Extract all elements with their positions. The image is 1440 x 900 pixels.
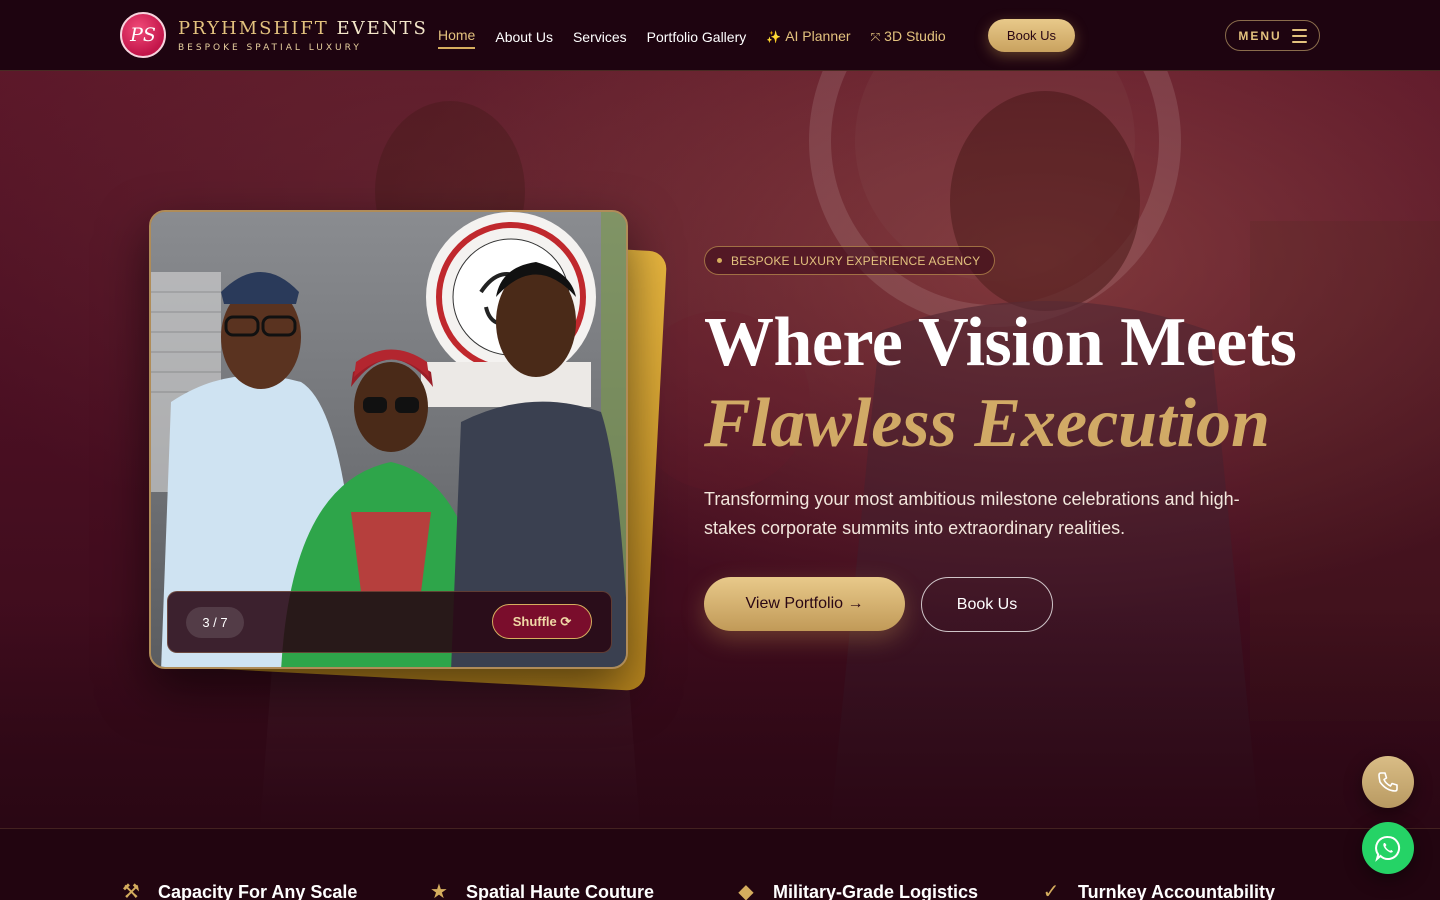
logo-mark: PS <box>120 12 166 58</box>
view-portfolio-button[interactable]: View Portfolio → <box>704 577 905 631</box>
star-icon: ★ <box>430 879 448 900</box>
phone-icon <box>1378 772 1398 792</box>
brand-name: PRYHMSHIFT EVENTS <box>178 18 428 40</box>
book-us-hero-button[interactable]: Book Us <box>921 577 1053 632</box>
feature-item: ⚒ Capacity For Any Scale <box>120 881 357 900</box>
feature-item: ★ Spatial Haute Couture <box>428 881 654 900</box>
brand-name-secondary: EVENTS <box>336 17 428 39</box>
feature-item: ✓ Turnkey Accountability <box>1040 881 1275 900</box>
whatsapp-icon <box>1375 835 1400 862</box>
sparkles-icon: ✨ <box>766 30 782 44</box>
nav-link-ai-planner[interactable]: ✨ AI Planner <box>766 25 850 48</box>
feature-item: ◆ Military-Grade Logistics <box>735 881 978 900</box>
brand-tagline: BESPOKE SPATIAL LUXURY <box>178 42 362 53</box>
nav-link-3d-studio[interactable]: ⤧ 3D Studio <box>871 25 946 48</box>
features-strip: ⚒ Capacity For Any Scale ★ Spatial Haute… <box>0 828 1440 900</box>
feature-label: Spatial Haute Couture <box>466 881 655 900</box>
hero-headline-line1: Where Vision Meets <box>704 304 1297 381</box>
hamburger-icon <box>1291 28 1307 43</box>
nav-link-services[interactable]: Services <box>573 26 627 48</box>
gallery-control-bar: 3 / 7 Shuffle ⟳ <box>167 591 612 653</box>
menu-button[interactable]: MENU <box>1225 20 1320 51</box>
feature-label: Turnkey Accountability <box>1078 881 1276 900</box>
whatsapp-button[interactable] <box>1362 822 1414 874</box>
gallery-counter: 3 / 7 <box>186 607 244 638</box>
feature-label: Capacity For Any Scale <box>158 881 358 900</box>
gallery-photo-card[interactable]: 3 / 7 Shuffle ⟳ <box>149 210 628 669</box>
move-arrows-icon: ⤧ <box>870 30 881 44</box>
menu-label: MENU <box>1238 28 1282 43</box>
feature-label: Military-Grade Logistics <box>773 881 979 900</box>
diamond-icon: ◆ <box>738 879 754 900</box>
hero-subcopy: Transforming your most ambitious milesto… <box>704 489 1240 538</box>
logo-text: PRYHMSHIFT EVENTS BESPOKE SPATIAL LUXURY <box>178 18 428 53</box>
hero-section: 3 / 7 Shuffle ⟳ BESPOKE LUXURY EXPERIENC… <box>0 71 1440 828</box>
nav-link-ai-planner-label: AI Planner <box>785 28 851 44</box>
hammer-icon: ⚒ <box>122 879 140 900</box>
brand-logo[interactable]: PS PRYHMSHIFT EVENTS BESPOKE SPATIAL LUX… <box>120 12 428 58</box>
nav-link-portfolio-gallery[interactable]: Portfolio Gallery <box>647 26 747 48</box>
primary-nav: Home About Us Services Portfolio Gallery… <box>438 24 966 49</box>
nav-link-home[interactable]: Home <box>438 24 476 49</box>
nav-link-about-us[interactable]: About Us <box>495 26 553 48</box>
hero-badge: BESPOKE LUXURY EXPERIENCE AGENCY <box>704 246 996 275</box>
hero-headline-line2: Flawless Execution <box>704 385 1270 462</box>
book-us-nav-button[interactable]: Book Us <box>988 19 1075 52</box>
brand-name-primary: PRYHMSHIFT <box>178 17 329 39</box>
call-button[interactable] <box>1362 756 1414 808</box>
badge-text: BESPOKE LUXURY EXPERIENCE AGENCY <box>731 253 981 268</box>
check-icon: ✓ <box>1042 879 1060 900</box>
shuffle-button[interactable]: Shuffle ⟳ <box>492 604 592 639</box>
top-navbar: PS PRYHMSHIFT EVENTS BESPOKE SPATIAL LUX… <box>0 0 1440 71</box>
nav-link-3d-studio-label: 3D Studio <box>884 28 946 44</box>
badge-dot-icon <box>717 258 722 263</box>
